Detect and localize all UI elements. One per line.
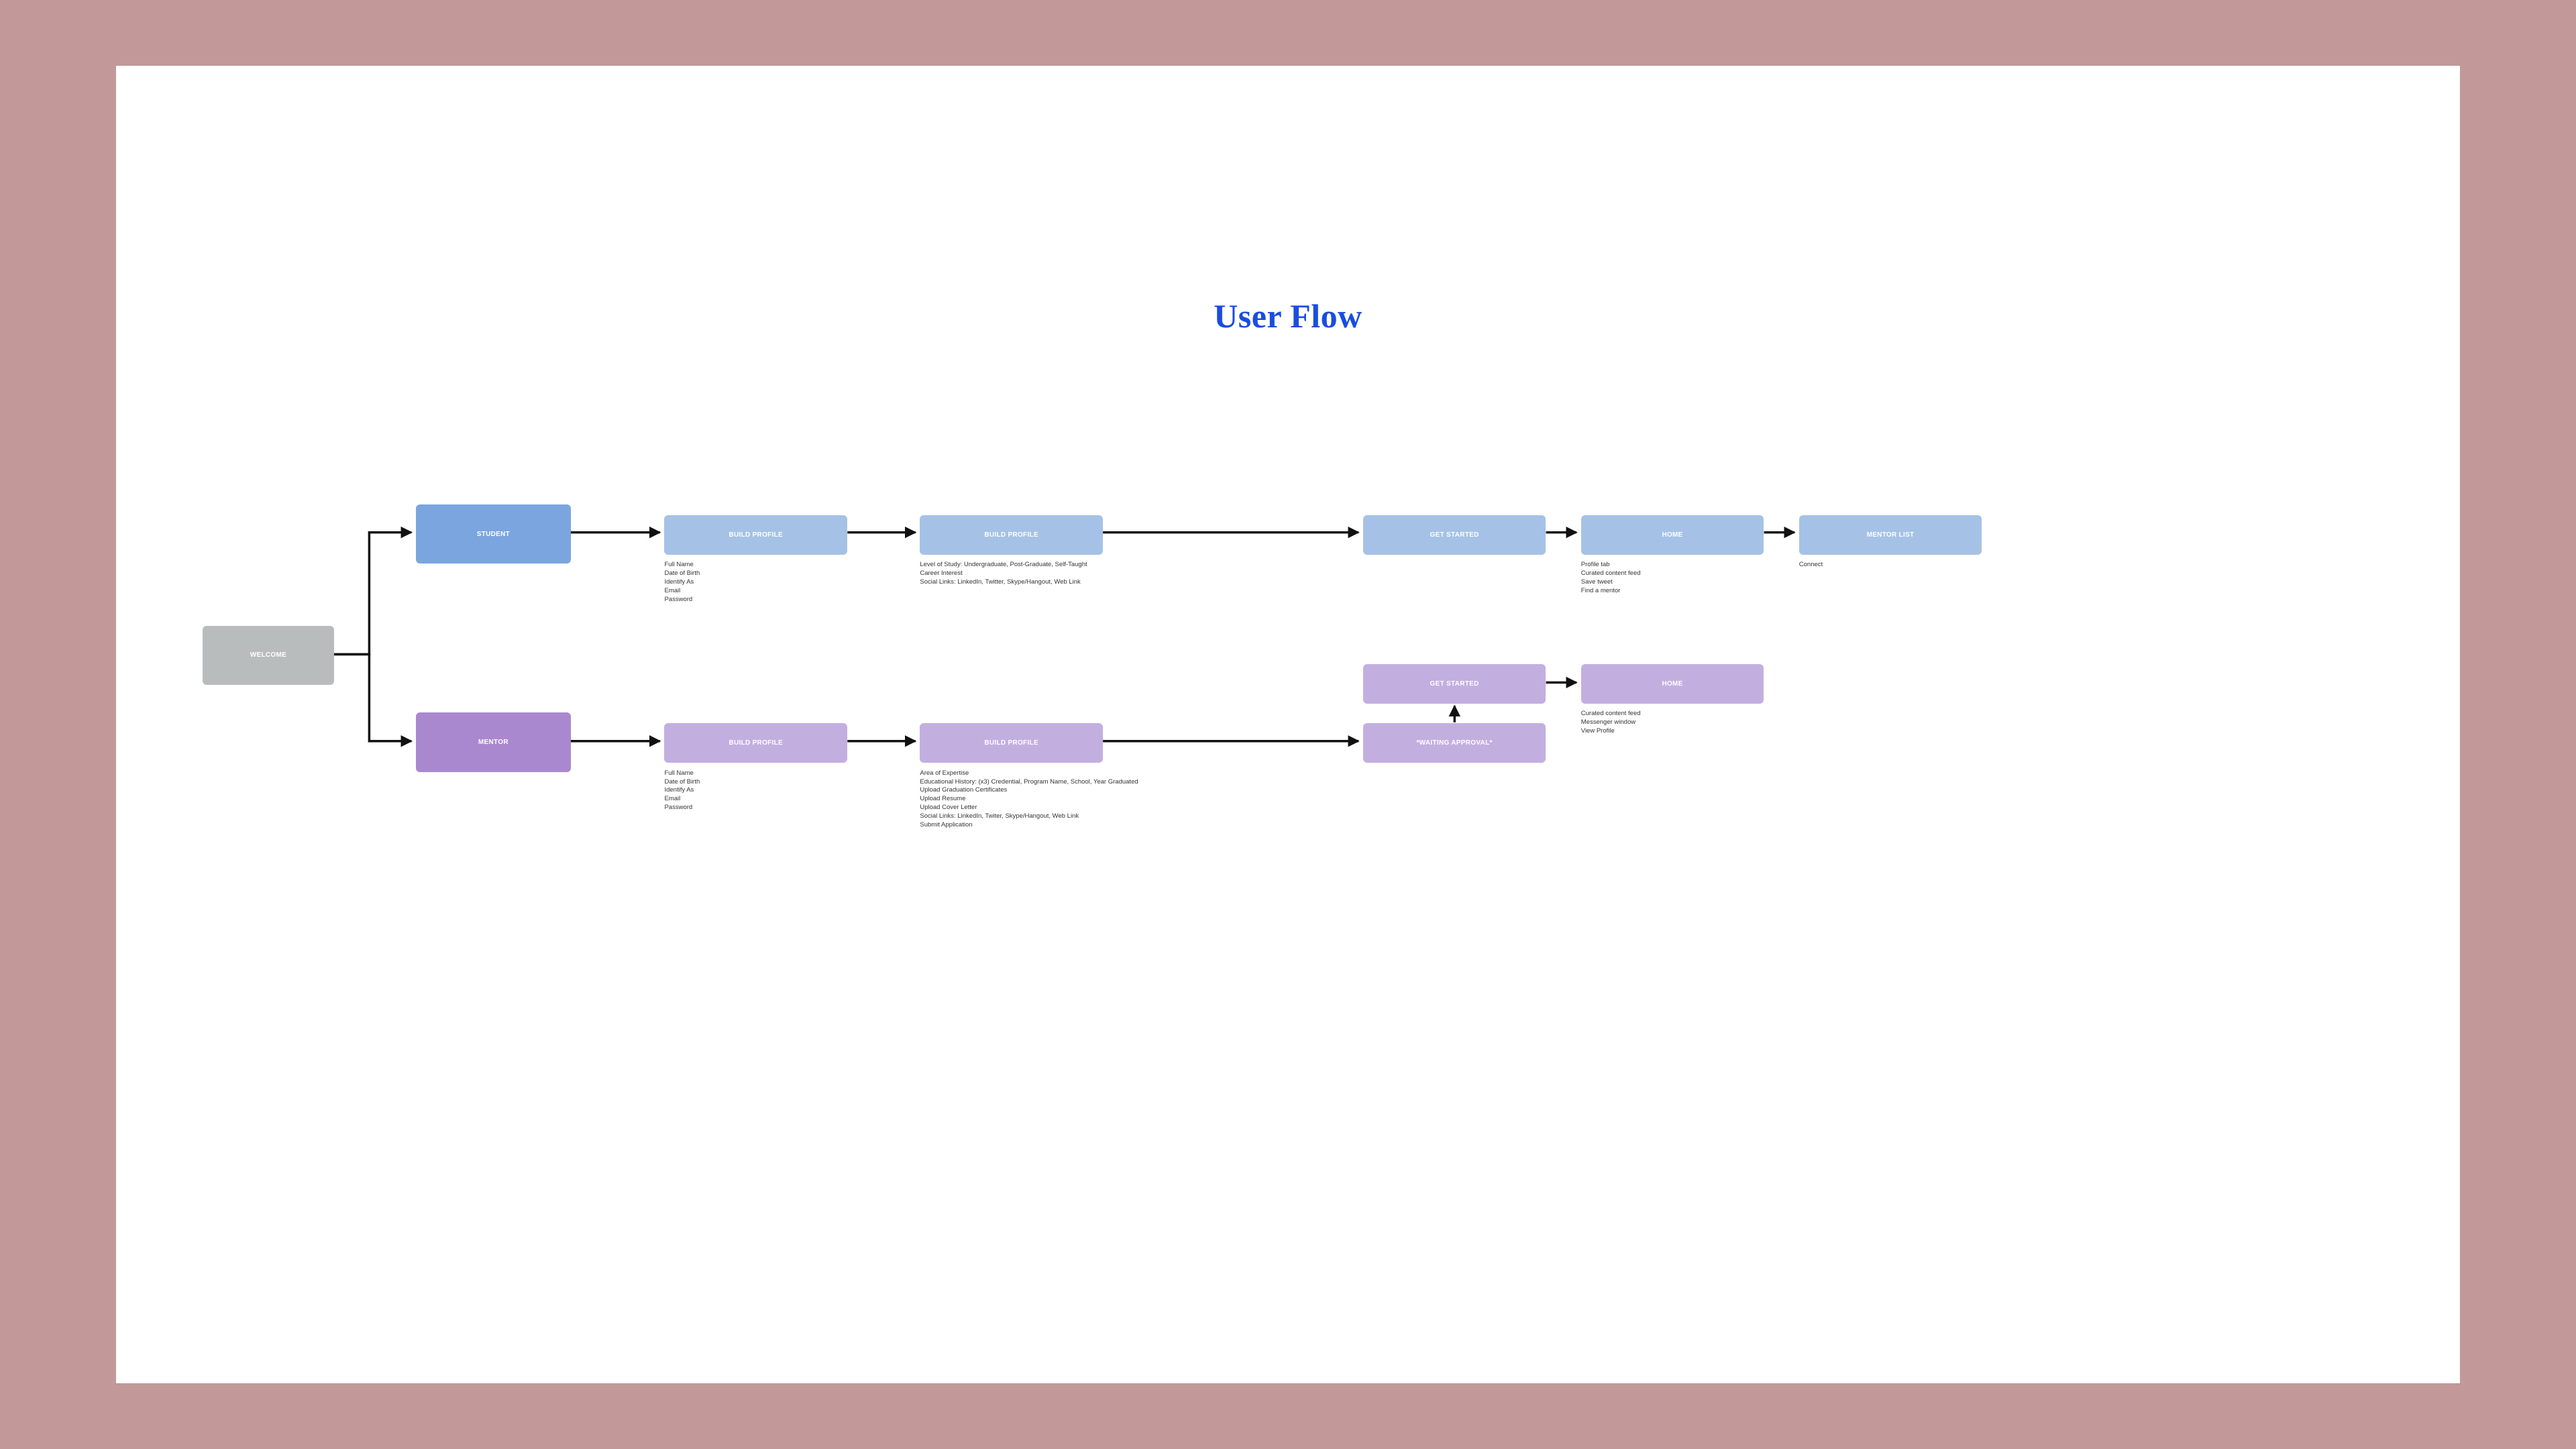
connectors: [116, 66, 2460, 1384]
diagram-canvas: User Flow WELCOME STUDENT BUILD PROFILE …: [116, 66, 2460, 1384]
